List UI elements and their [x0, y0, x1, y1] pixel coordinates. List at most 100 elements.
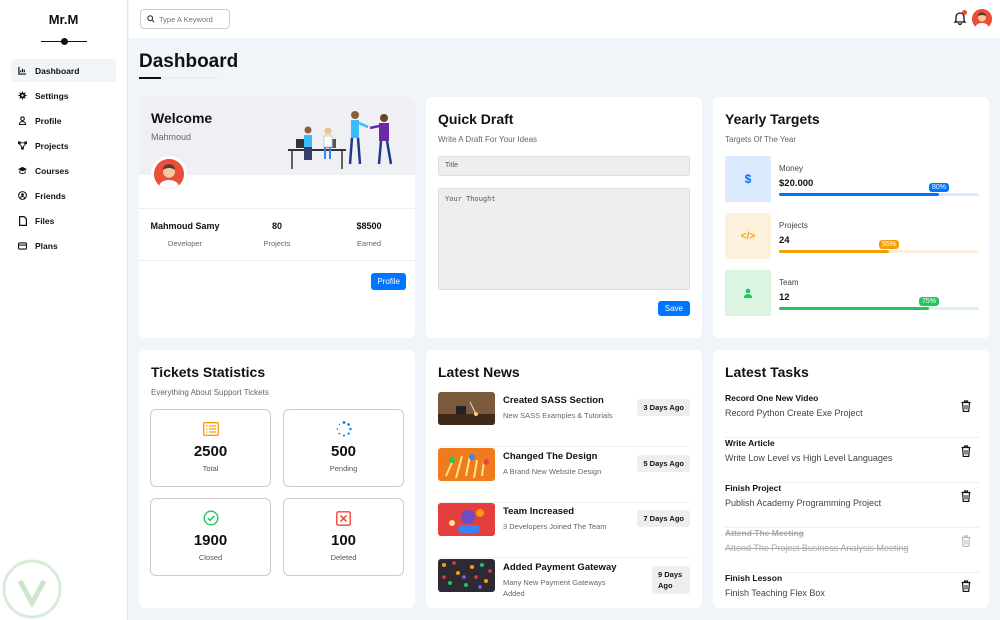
news-item[interactable]: Created SASS Section New SASS Examples &… — [438, 392, 690, 447]
trash-icon[interactable] — [961, 534, 971, 548]
task-item: Finish Lesson Finish Teaching Flex Box — [725, 573, 979, 618]
news-item-desc: New SASS Examples & Tutorials — [503, 411, 613, 420]
circle-user-icon — [18, 191, 27, 200]
tickets-subtitle: Everything About Support Tickets — [151, 388, 269, 397]
role: Developer — [167, 239, 203, 248]
save-button[interactable]: Save — [657, 301, 690, 316]
progress-fill — [779, 307, 929, 310]
sidebar-item-label: Courses — [35, 165, 70, 176]
target-money: $ Money $20.000 80% — [725, 156, 979, 202]
ticket-value: 100 — [330, 532, 357, 549]
graduation-cap-icon — [18, 166, 27, 175]
team-illustration — [288, 111, 393, 169]
welcome-name: Mahmoud — [151, 132, 192, 142]
trash-icon[interactable] — [961, 444, 971, 458]
trash-icon[interactable] — [961, 489, 971, 503]
news-item[interactable]: Added Payment Gateway Many New Payment G… — [438, 559, 690, 614]
target-value: 24 — [779, 235, 790, 246]
task-desc: Publish Academy Programming Project — [725, 498, 882, 508]
spinner-icon — [335, 420, 353, 438]
news-thumbnail — [438, 392, 495, 425]
sidebar-item-label: Dashboard — [35, 65, 80, 76]
brand-logo: Mr.M — [48, 12, 79, 27]
sidebar-nav: Dashboard Settings Profile Projects Cour… — [0, 59, 127, 257]
news-thumbnail — [438, 559, 495, 592]
task-title: Write Article — [725, 438, 775, 448]
tickets-title: Tickets Statistics — [151, 364, 266, 380]
ticket-total: 2500 Total — [150, 409, 271, 487]
code-icon: </> — [725, 213, 771, 259]
sidebar-item-projects[interactable]: Projects — [11, 134, 116, 157]
task-title: Finish Project — [725, 483, 782, 493]
notification-dot — [962, 10, 967, 15]
watermark-logo — [2, 559, 62, 619]
news-item-date: 9 Days Ago — [652, 566, 690, 594]
sidebar-item-plans[interactable]: Plans — [11, 234, 116, 257]
task-desc: Attend The Project Business Analysis Mee… — [725, 543, 909, 553]
welcome-stats: Mahmoud Samy Developer 80 Projects $8500… — [139, 208, 415, 261]
draft-title-input[interactable]: Title — [438, 156, 690, 176]
yearly-targets-card: Yearly Targets Targets Of The Year $ Mon… — [713, 97, 989, 338]
sidebar-item-dashboard[interactable]: Dashboard — [11, 59, 116, 82]
sidebar-item-courses[interactable]: Courses — [11, 159, 116, 182]
sidebar-item-files[interactable]: Files — [11, 209, 116, 232]
profile-button[interactable]: Profile — [371, 273, 406, 290]
ticket-value: 500 — [330, 443, 357, 460]
progress-fill — [779, 250, 889, 253]
task-desc: Record Python Create Exe Project — [725, 408, 863, 418]
search-box[interactable] — [140, 9, 230, 29]
task-title: Record One New Video — [725, 393, 819, 403]
stat-name: Mahmoud Samy Developer — [139, 209, 231, 260]
trash-icon[interactable] — [961, 399, 971, 413]
sidebar-item-profile[interactable]: Profile — [11, 109, 116, 132]
target-name: Team — [779, 278, 799, 287]
sidebar-item-settings[interactable]: Settings — [11, 84, 116, 107]
check-circle-icon — [202, 509, 220, 527]
stat-earned: $8500 Earned — [323, 209, 415, 260]
tasks-title: Latest Tasks — [725, 364, 809, 380]
welcome-title: Welcome — [151, 110, 213, 126]
target-team: Team 12 75% — [725, 270, 979, 316]
welcome-card: Welcome Mahmoud Mahmoud Samy Developer 8… — [139, 97, 415, 338]
task-desc: Write Low Level vs High Level Languages — [725, 453, 893, 463]
draft-body-textarea[interactable]: Your Thought — [438, 188, 690, 290]
quick-draft-card: Quick Draft Write A Draft For Your Ideas… — [426, 97, 702, 338]
ticket-deleted: 100 Deleted — [283, 498, 404, 576]
sidebar-item-label: Settings — [35, 90, 69, 101]
sidebar-item-label: Profile — [35, 115, 62, 126]
page-title: Dashboard — [139, 51, 239, 72]
search-icon — [147, 10, 155, 28]
news-item-desc: Many New Payment Gateways Added — [503, 578, 606, 598]
targets-title: Yearly Targets — [725, 111, 820, 127]
ticket-label: Closed — [198, 553, 223, 562]
task-item-done: Attend The Meeting Attend The Project Bu… — [725, 528, 979, 573]
progress-badge: 75% — [918, 297, 940, 306]
news-item-date: 7 Days Ago — [637, 510, 690, 527]
target-name: Money — [779, 164, 804, 173]
news-item-title: Created SASS Section — [503, 395, 604, 406]
avatar[interactable] — [972, 9, 992, 29]
search-input[interactable] — [159, 14, 229, 24]
progress-badge: 55% — [878, 240, 900, 249]
ticket-pending: 500 Pending — [283, 409, 404, 487]
task-title: Attend The Meeting — [725, 528, 804, 538]
trash-icon[interactable] — [961, 579, 971, 593]
target-projects: </> Projects 24 55% — [725, 213, 979, 259]
news-item[interactable]: Changed The Design A Brand New Website D… — [438, 448, 690, 503]
news-item[interactable]: Team Increased 3 Developers Joined The T… — [438, 503, 690, 558]
task-item: Record One New Video Record Python Creat… — [725, 393, 979, 438]
projects-label: Projects — [263, 239, 291, 248]
task-item: Finish Project Publish Academy Programmi… — [725, 483, 979, 528]
ticket-label: Deleted — [330, 553, 357, 562]
task-desc: Finish Teaching Flex Box — [725, 588, 825, 598]
projects-count: 80 — [271, 221, 282, 231]
progress-fill — [779, 193, 939, 196]
task-item: Write Article Write Low Level vs High Le… — [725, 438, 979, 483]
gear-icon — [18, 91, 27, 100]
ticket-value: 1900 — [193, 532, 228, 549]
user-icon — [725, 270, 771, 316]
sidebar-item-label: Projects — [35, 140, 69, 151]
sidebar-item-friends[interactable]: Friends — [11, 184, 116, 207]
progress-bar: 55% — [779, 240, 979, 253]
x-square-icon — [335, 509, 353, 527]
